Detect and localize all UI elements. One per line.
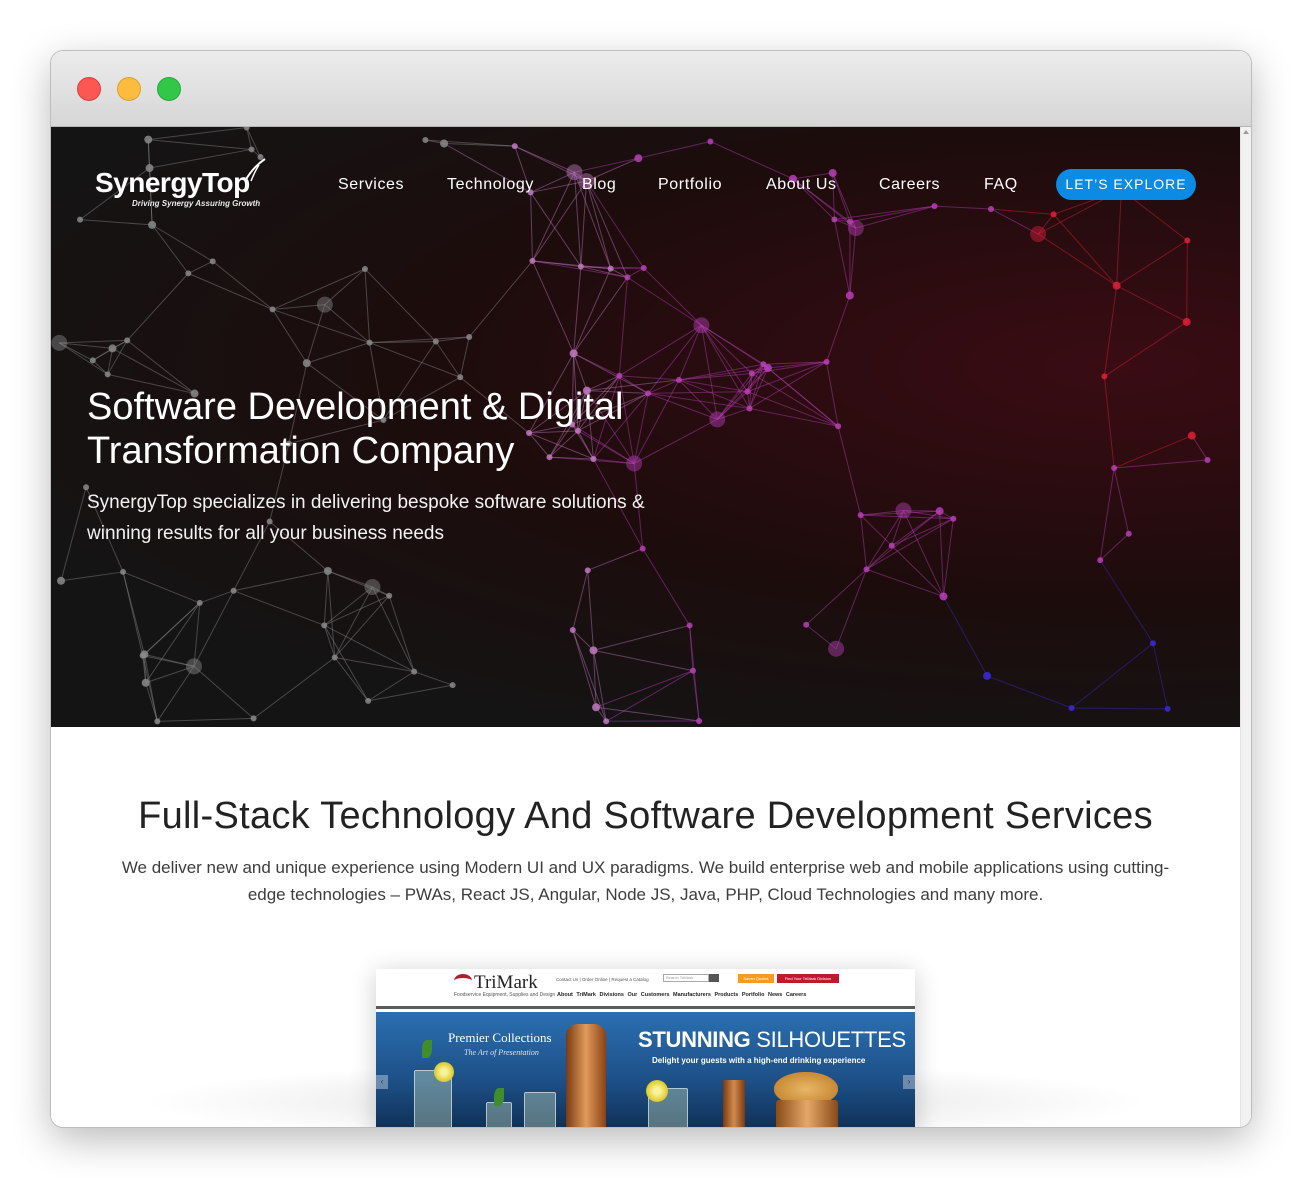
copper-bucket-graphic	[776, 1100, 838, 1127]
chevron-left-icon: ‹	[376, 1075, 388, 1089]
nav-item-services[interactable]: Services	[338, 176, 404, 194]
maximize-window-button[interactable]	[157, 77, 181, 101]
preview-nav: About TriMark Divisions Our Customers Ma…	[557, 992, 807, 998]
nav-item-blog[interactable]: Blog	[582, 176, 616, 194]
banner-left-subtitle: The Art of Presentation	[464, 1048, 539, 1057]
banner-right-subtitle: Delight your guests with a high-end drin…	[652, 1056, 866, 1065]
banner-right-title: STUNNING SILHOUETTES	[638, 1027, 906, 1053]
page-viewport: SynergyTop Driving Synergy Assuring Grow…	[51, 127, 1251, 1127]
trimark-logo-mark-icon	[454, 974, 472, 988]
preview-site-header: TriMark Foodservice Equipment, Supplies …	[376, 969, 915, 1009]
nav-item-careers[interactable]: Careers	[879, 176, 940, 194]
services-section-title: Full-Stack Technology And Software Devel…	[138, 795, 1153, 837]
lets-explore-button[interactable]: LET’S EXPLORE	[1056, 169, 1196, 200]
preview-badge-saved: Saved Quotes	[738, 974, 774, 983]
nav-item-technology[interactable]: Technology	[447, 176, 534, 194]
preview-logo-tagline: Foodservice Equipment, Supplies and Desi…	[454, 992, 556, 998]
page-scrollbar[interactable]	[1240, 127, 1251, 1127]
preview-badge-division: Find Your TriMark Division	[777, 974, 839, 983]
banner-right-title-bold: STUNNING	[638, 1027, 751, 1052]
glass-graphic	[524, 1092, 556, 1127]
browser-window: SynergyTop Driving Synergy Assuring Grow…	[51, 51, 1251, 1127]
logo-tagline: Driving Synergy Assuring Growth	[132, 199, 261, 208]
minimize-window-button[interactable]	[117, 77, 141, 101]
copper-cup-graphic	[723, 1080, 745, 1127]
nav-item-faq[interactable]: FAQ	[984, 176, 1018, 194]
preview-utility-links: Contact Us | Order Online | Request a Ca…	[556, 977, 649, 982]
shaker-graphic	[566, 1024, 606, 1127]
preview-search-field: Search TriMark	[663, 974, 709, 982]
hero-subtitle: SynergyTop specializes in delivering bes…	[87, 492, 645, 544]
portfolio-preview-screenshot[interactable]: TriMark Foodservice Equipment, Supplies …	[376, 969, 915, 1127]
close-window-button[interactable]	[77, 77, 101, 101]
chevron-right-icon: ›	[903, 1075, 915, 1089]
hero-section: SynergyTop Driving Synergy Assuring Grow…	[51, 127, 1240, 727]
leaf-graphic	[422, 1040, 432, 1058]
services-section-description: We deliver new and unique experience usi…	[121, 858, 1170, 904]
preview-banner: Premier Collections The Art of Presentat…	[376, 1012, 915, 1127]
nav-item-portfolio[interactable]: Portfolio	[658, 176, 722, 194]
preview-search-icon	[709, 974, 719, 982]
window-titlebar	[51, 51, 1251, 127]
banner-left-title: Premier Collections	[448, 1030, 552, 1045]
scroll-up-icon[interactable]	[1243, 130, 1249, 134]
lemon-graphic	[646, 1080, 668, 1102]
nav-item-about-us[interactable]: About Us	[766, 176, 837, 194]
preview-logo: TriMark	[474, 972, 538, 993]
hero-title: Software Development & Digital Transform…	[87, 386, 624, 472]
main-nav: Services Technology Blog Portfolio About…	[51, 169, 1240, 200]
leaf-graphic	[494, 1088, 504, 1106]
lemon-graphic	[434, 1062, 454, 1082]
banner-right-title-rest: SILHOUETTES	[750, 1027, 906, 1052]
